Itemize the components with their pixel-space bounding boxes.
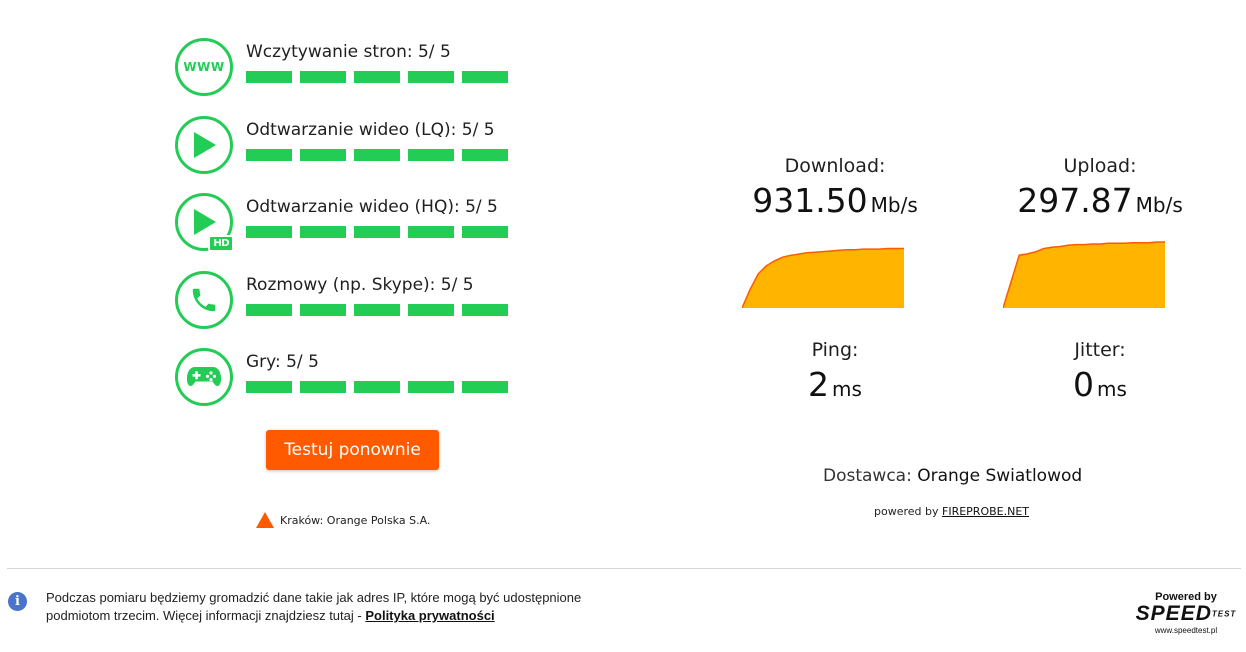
speedtest-logo[interactable]: Powered by SPEEDTEST www.speedtest.pl <box>1128 591 1244 635</box>
www-icon-text: WWW <box>183 60 225 74</box>
play-icon <box>175 115 233 174</box>
download-value: 931.50 Mb/s <box>735 181 935 220</box>
rating-bar-segment <box>354 226 400 238</box>
rating-bar-segment <box>462 381 508 393</box>
rating-bar-segment <box>300 148 346 161</box>
rating-video-hq: HD Odtwarzanie wideo (HQ): 5/ 5 <box>175 193 535 271</box>
gamepad-icon <box>175 348 233 406</box>
rating-bar-segment <box>246 148 292 161</box>
rating-web-browsing: WWW Wczytywanie stron: 5/ 5 <box>175 38 535 116</box>
ping-unit: ms <box>832 377 862 401</box>
info-icon: i <box>8 592 27 611</box>
rating-bar-segment <box>408 381 454 393</box>
rating-bar-segment <box>408 303 454 316</box>
phone-icon <box>175 270 233 329</box>
rating-bar-segment <box>246 303 292 316</box>
logo-mark-text: SPEED <box>1135 602 1212 625</box>
powered-by-fireprobe: powered by FIREPROBE.NET <box>874 505 1029 518</box>
download-number: 931.50 <box>752 181 868 220</box>
rating-label: Odtwarzanie wideo (HQ): 5/ 5 <box>246 197 498 217</box>
rating-bar-segment <box>246 226 292 238</box>
rating-bar-segment <box>354 71 400 83</box>
footer-divider <box>7 568 1241 569</box>
rating-bar-segment <box>246 71 292 83</box>
rating-games: Gry: 5/ 5 <box>175 348 535 426</box>
logo-mark-sub: TEST <box>1211 609 1237 619</box>
ping-result: Ping: 2 ms <box>735 339 935 404</box>
rating-bar-segment <box>462 148 508 161</box>
ping-number: 2 <box>808 365 830 404</box>
rating-bar-segment <box>462 303 508 316</box>
jitter-label: Jitter: <box>1074 339 1126 361</box>
upload-result: Upload: 297.87 Mb/s <box>1000 155 1200 220</box>
quality-ratings: WWW Wczytywanie stron: 5/ 5 Odtwarzanie … <box>175 38 535 426</box>
rating-bar-segment <box>462 226 508 238</box>
rating-bars <box>246 71 508 83</box>
rating-bar-segment <box>246 381 292 393</box>
upload-label: Upload: <box>1063 155 1137 177</box>
ping-label: Ping: <box>811 339 859 361</box>
privacy-notice: Podczas pomiaru będziemy gromadzić dane … <box>46 589 646 625</box>
upload-value: 297.87 Mb/s <box>1000 181 1200 220</box>
fireprobe-link[interactable]: FIREPROBE.NET <box>942 505 1029 518</box>
privacy-notice-text: Podczas pomiaru będziemy gromadzić dane … <box>46 590 582 623</box>
jitter-value: 0 ms <box>1000 365 1200 404</box>
rating-bar-segment <box>408 148 454 161</box>
server-name: Kraków: Orange Polska S.A. <box>280 513 431 527</box>
download-speed-graph <box>742 247 904 308</box>
play-hd-icon: HD <box>175 193 234 252</box>
rating-label: Odtwarzanie wideo (LQ): 5/ 5 <box>246 119 495 140</box>
rating-bar-segment <box>300 381 346 393</box>
rating-bars <box>246 381 508 393</box>
speed-graph-area <box>1003 242 1165 308</box>
rating-bar-segment <box>408 71 454 83</box>
rating-bar-segment <box>354 148 400 161</box>
rating-bars <box>246 148 508 161</box>
hd-badge: HD <box>208 235 234 252</box>
retest-button[interactable]: Testuj ponownie <box>266 430 439 470</box>
download-label: Download: <box>784 155 886 177</box>
logo-url: www.speedtest.pl <box>1154 626 1218 636</box>
rating-bar-segment <box>354 381 400 393</box>
rating-label: Wczytywanie stron: 5/ 5 <box>246 42 451 62</box>
rating-bar-segment <box>408 226 454 238</box>
server-marker-icon <box>256 512 274 528</box>
upload-number: 297.87 <box>1017 181 1133 220</box>
upload-unit: Mb/s <box>1135 193 1183 217</box>
speed-graph-area <box>742 248 904 308</box>
ping-value: 2 ms <box>735 365 935 404</box>
provider-label: Dostawca: <box>823 466 912 486</box>
privacy-policy-link[interactable]: Polityka prywatności <box>365 608 494 623</box>
jitter-number: 0 <box>1073 365 1095 404</box>
download-result: Download: 931.50 Mb/s <box>735 155 935 220</box>
provider-name: Orange Swiatlowod <box>917 466 1083 486</box>
www-icon: WWW <box>175 38 233 96</box>
rating-bar-segment <box>354 303 400 316</box>
jitter-unit: ms <box>1097 377 1127 401</box>
rating-video-lq: Odtwarzanie wideo (LQ): 5/ 5 <box>175 115 535 194</box>
rating-bar-segment <box>300 226 346 238</box>
rating-bar-segment <box>300 71 346 83</box>
rating-bar-segment <box>300 303 346 316</box>
rating-bars <box>246 303 508 316</box>
upload-speed-graph <box>1003 241 1165 308</box>
server-info: Kraków: Orange Polska S.A. <box>256 512 430 528</box>
rating-calls: Rozmowy (np. Skype): 5/ 5 <box>175 270 535 349</box>
powered-by-prefix: powered by <box>874 505 939 518</box>
jitter-result: Jitter: 0 ms <box>1000 339 1200 404</box>
download-unit: Mb/s <box>870 193 918 217</box>
rating-bars <box>246 226 508 238</box>
rating-bar-segment <box>462 71 508 83</box>
provider-info: Dostawca: Orange Swiatlowod <box>823 466 1082 486</box>
logo-mark: SPEEDTEST <box>1128 603 1244 625</box>
rating-label: Gry: 5/ 5 <box>246 352 319 372</box>
rating-label: Rozmowy (np. Skype): 5/ 5 <box>246 274 474 295</box>
